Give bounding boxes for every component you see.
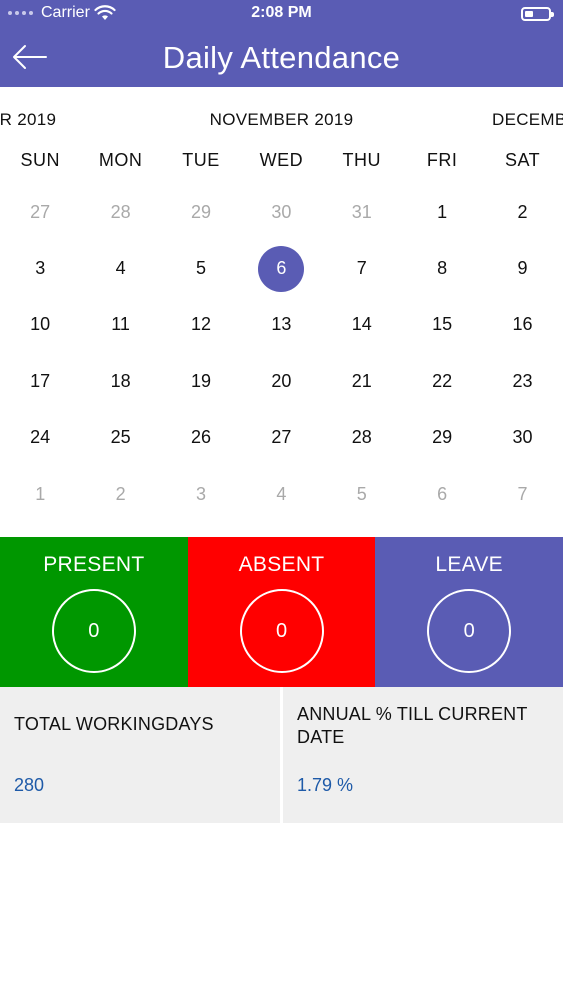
present-label: PRESENT	[43, 553, 145, 576]
weekday-thu: THU	[342, 150, 381, 170]
calendar-day[interactable]: 27	[241, 410, 321, 466]
app-header: Carrier 2:08 PM Daily Attendance	[0, 0, 563, 87]
present-panel: PRESENT 0	[0, 537, 188, 687]
month-switcher: ER 2019 NOVEMBER 2019 DECEMBE	[0, 106, 563, 134]
status-time: 2:08 PM	[251, 4, 312, 21]
page-title: Daily Attendance	[162, 40, 401, 75]
calendar-day[interactable]: 6	[241, 240, 321, 296]
weekday-wed: WED	[259, 150, 304, 170]
calendar-day[interactable]: 5	[161, 240, 241, 296]
calendar-day[interactable]: 28	[322, 410, 402, 466]
calendar-day[interactable]: 2	[80, 466, 160, 522]
calendar-day[interactable]: 18	[80, 353, 160, 409]
weekday-sat: SAT	[504, 150, 541, 170]
calendar-day[interactable]: 1	[0, 466, 80, 522]
total-working-days-value: 280	[14, 775, 45, 795]
calendar-day[interactable]: 3	[161, 466, 241, 522]
calendar-week: 24 25 26 27 28 29 30	[0, 410, 563, 466]
calendar-day[interactable]: 2	[482, 184, 562, 240]
calendar-day[interactable]: 27	[0, 184, 80, 240]
absent-panel: ABSENT 0	[187, 537, 376, 687]
absent-count: 0	[239, 589, 324, 673]
annual-percent-label: ANNUAL % TILL CURRENT DATE	[297, 704, 528, 747]
weekday-sun: SUN	[20, 150, 60, 170]
calendar-week: 10 11 12 13 14 15 16	[0, 297, 563, 353]
calendar-day[interactable]: 30	[482, 410, 562, 466]
calendar-day[interactable]: 9	[482, 240, 562, 296]
next-month[interactable]: DECEMBE	[492, 110, 563, 130]
leave-count: 0	[427, 589, 512, 673]
calendar-day[interactable]: 13	[241, 297, 321, 353]
calendar-day[interactable]: 14	[322, 297, 402, 353]
calendar-day[interactable]: 10	[0, 297, 80, 353]
calendar-week: 27 28 29 30 31 1 2	[0, 184, 563, 240]
weekday-fri: FRI	[426, 150, 458, 170]
calendar-day[interactable]: 29	[161, 184, 241, 240]
weekday-header: SUN MON TUE WED THU FRI SAT	[0, 150, 563, 180]
weekday-mon: MON	[98, 150, 143, 170]
calendar-day[interactable]: 5	[322, 466, 402, 522]
annual-percent-value: 1.79 %	[297, 775, 354, 795]
calendar-day[interactable]: 7	[322, 240, 402, 296]
calendar-day[interactable]: 4	[80, 240, 160, 296]
calendar-day[interactable]: 31	[322, 184, 402, 240]
calendar-day[interactable]: 17	[0, 353, 80, 409]
leave-panel: LEAVE 0	[375, 537, 563, 687]
battery-icon	[521, 7, 554, 21]
calendar-day[interactable]: 6	[402, 466, 482, 522]
total-working-days-card: TOTAL WORKINGDAYS 280	[0, 687, 280, 823]
calendar-day[interactable]: 24	[0, 410, 80, 466]
calendar-week: 1234567	[0, 466, 563, 522]
total-working-days-label: TOTAL WORKINGDAYS	[14, 714, 214, 734]
calendar-day[interactable]: 8	[402, 240, 482, 296]
attendance-stats: TOTAL WORKINGDAYS 280 ANNUAL % TILL CURR…	[0, 687, 563, 823]
calendar-day[interactable]: 26	[161, 410, 241, 466]
calendar-day[interactable]: 15	[402, 297, 482, 353]
calendar-day-number: 6	[276, 258, 287, 279]
calendar-grid: 27 28 29 30 31 1 2 3 4 5 6 7 8 9 10 11 12 13 14 15 16 17 18 19 2…	[0, 184, 563, 522]
calendar-day[interactable]: 4	[241, 466, 321, 522]
absent-label: ABSENT	[238, 553, 325, 576]
annual-percent-card: ANNUAL % TILL CURRENT DATE 1.79 %	[283, 687, 563, 823]
status-bar: Carrier 2:08 PM	[0, 0, 563, 28]
calendar-day[interactable]: 23	[482, 353, 562, 409]
weekday-tue: TUE	[182, 150, 220, 170]
current-month: NOVEMBER 2019	[209, 110, 354, 129]
calendar-day[interactable]: 22	[402, 353, 482, 409]
attendance-summary: PRESENT 0 ABSENT 0 LEAVE 0	[0, 537, 563, 687]
present-count: 0	[51, 589, 136, 673]
calendar-day[interactable]: 28	[80, 184, 160, 240]
calendar-day[interactable]: 29	[402, 410, 482, 466]
calendar-day[interactable]: 7	[482, 466, 562, 522]
leave-label: LEAVE	[435, 553, 503, 576]
calendar-day[interactable]: 19	[161, 353, 241, 409]
calendar-day[interactable]: 12	[161, 297, 241, 353]
calendar-week: 345 6 789	[0, 240, 563, 296]
calendar-day[interactable]: 21	[322, 353, 402, 409]
calendar-week: 17 18 19 20 21 22 23	[0, 353, 563, 409]
calendar-day[interactable]: 16	[482, 297, 562, 353]
calendar-day[interactable]: 20	[241, 353, 321, 409]
calendar-day[interactable]: 25	[80, 410, 160, 466]
calendar-day[interactable]: 3	[0, 240, 80, 296]
calendar-day[interactable]: 1	[402, 184, 482, 240]
calendar-day[interactable]: 30	[241, 184, 321, 240]
calendar-day[interactable]: 11	[80, 297, 160, 353]
